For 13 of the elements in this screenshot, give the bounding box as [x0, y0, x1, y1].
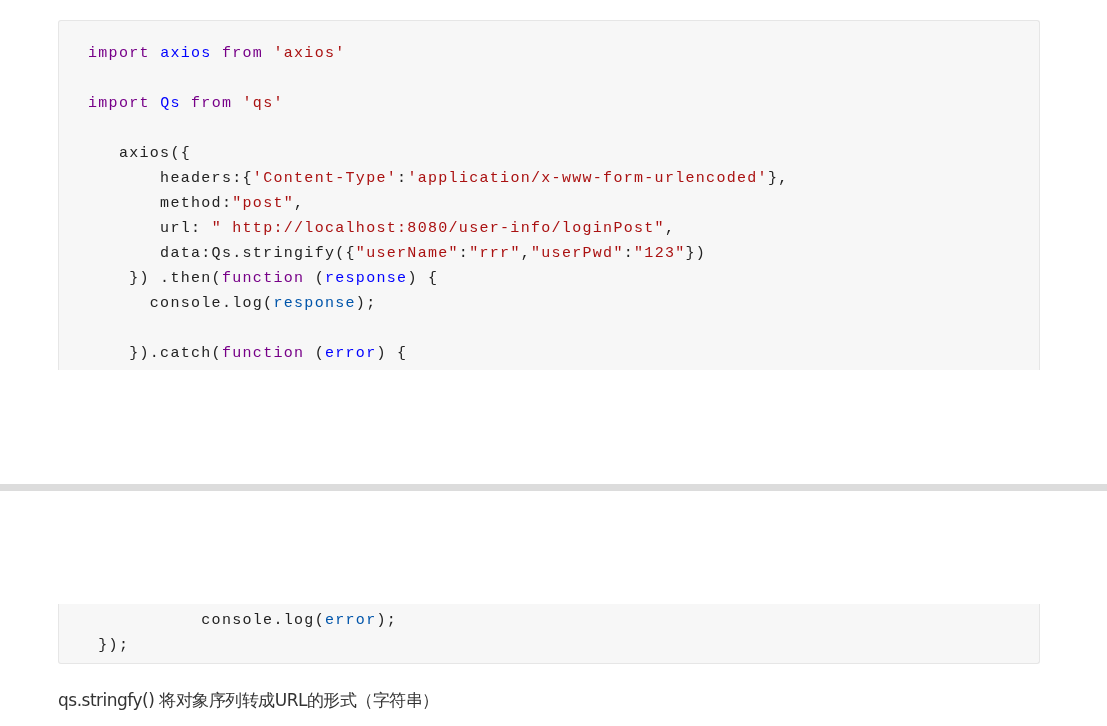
code-line: }).catch(function (error) { — [128, 344, 408, 364]
code-line: data:Qs.stringify({"userName":"rrr","userPwd":"123"}) — [159, 244, 707, 264]
code-line: }); — [97, 636, 130, 656]
code-line: console.log(error); — [200, 611, 398, 631]
code-line: method:"post", — [159, 194, 305, 214]
paragraph: qs.stringfy() 将对象序列转成URL的形式（字符串） — [58, 689, 439, 712]
code-line: headers:{'Content-Type':'application/x-www-form-urlencoded'}, — [159, 169, 789, 189]
code-line: url: " http://localhost:8080/user-info/loginPost", — [159, 219, 676, 239]
code-line: }) .then(function (response) { — [128, 269, 439, 289]
code-line: import Qs from 'qs' — [88, 94, 284, 114]
code-line: console.log(response); — [148, 294, 377, 314]
code-line: import axios from 'axios' — [88, 44, 346, 64]
code-line: axios({ — [117, 144, 191, 164]
